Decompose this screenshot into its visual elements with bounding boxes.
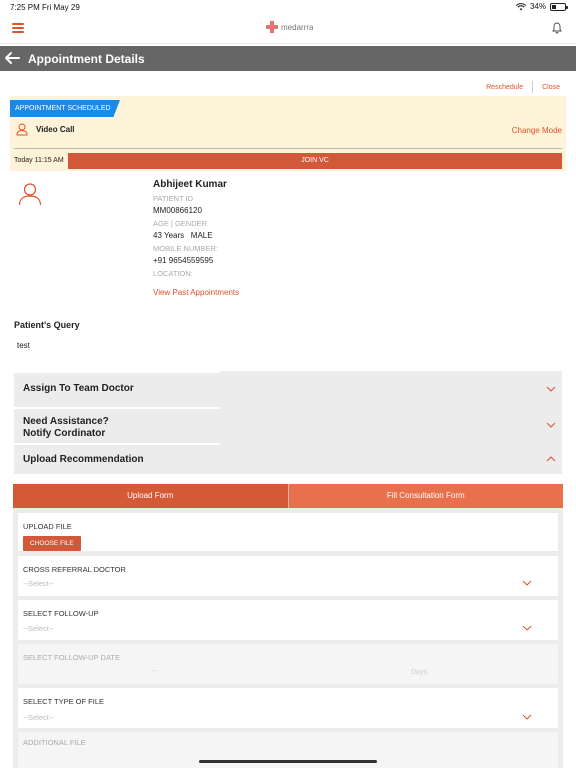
- chevron-down-icon: [522, 625, 532, 631]
- app-logo: medarrra: [266, 21, 313, 33]
- reschedule-link[interactable]: Reschedule: [486, 84, 523, 91]
- cross-referral-select[interactable]: CROSS REFERRAL DOCTOR --Select--: [18, 556, 558, 596]
- field-label: ADDITIONAL FILE: [23, 738, 86, 747]
- age-gender-label: AGE | GENDER: [153, 219, 208, 228]
- bell-icon[interactable]: [552, 22, 562, 34]
- notify-coordinator-accordion[interactable]: Need Assistance? Notify Cordinator: [14, 407, 562, 445]
- upload-recommendation-accordion[interactable]: Upload Recommendation: [14, 445, 562, 474]
- join-row: Today 11:15 AM JOIN VC: [10, 153, 566, 169]
- status-time: 7:25 PM: [10, 3, 40, 12]
- tab-consultation-form[interactable]: Fill Consultation Form: [287, 484, 563, 508]
- menu-icon[interactable]: [12, 23, 24, 33]
- location-label: LOCATION:: [153, 269, 193, 278]
- change-mode-link[interactable]: Change Mode: [512, 126, 562, 135]
- divider: [14, 407, 220, 409]
- patient-details: Abhijeet Kumar PATIENT ID MM00866120 AGE…: [10, 172, 566, 312]
- assign-team-doctor-accordion[interactable]: Assign To Team Doctor: [14, 371, 562, 407]
- field-label: CROSS REFERRAL DOCTOR: [23, 565, 126, 574]
- upload-form: UPLOAD FILE CHOOSE FILE CROSS REFERRAL D…: [13, 508, 563, 768]
- wifi-icon: [515, 2, 526, 10]
- close-link[interactable]: Close: [542, 84, 560, 91]
- days-unit: Days: [411, 669, 427, 676]
- user-icon: [18, 183, 42, 206]
- appointment-actions: Reschedule Close: [486, 81, 560, 93]
- chevron-down-icon: [546, 386, 556, 392]
- logo-cross-icon: [266, 21, 278, 33]
- select-placeholder: --Select--: [23, 579, 54, 588]
- follow-up-date-field: SELECT FOLLOW-UP DATE -- Days: [18, 644, 558, 684]
- field-label: UPLOAD FILE: [23, 522, 72, 531]
- age-gender: 43 Years MALE: [153, 231, 213, 240]
- chevron-down-icon: [522, 580, 532, 586]
- follow-up-days-value: --: [152, 668, 157, 675]
- accordion-label: Notify Cordinator: [23, 428, 106, 439]
- accordion-label: Assign To Team Doctor: [23, 383, 134, 394]
- mobile-label: MOBILE NUMBER:: [153, 244, 219, 253]
- choose-file-button[interactable]: CHOOSE FILE: [23, 536, 81, 551]
- form-tabs: Upload Form Fill Consultation Form: [13, 484, 563, 508]
- query-text: test: [17, 341, 30, 350]
- field-label: SELECT TYPE OF FILE: [23, 697, 104, 706]
- chevron-up-icon: [546, 456, 556, 462]
- select-placeholder: --Select--: [23, 624, 54, 633]
- status-bar: 7:25 PM Fri May 29 34%: [0, 0, 576, 14]
- status-right: 34%: [515, 2, 568, 11]
- accordion-label: Upload Recommendation: [23, 454, 144, 465]
- patient-info: Abhijeet Kumar PATIENT ID MM00866120 AGE…: [153, 179, 239, 297]
- status-badge: APPOINTMENT SCHEDULED: [10, 100, 120, 117]
- field-label: SELECT FOLLOW-UP: [23, 609, 99, 618]
- accordion-label: Need Assistance?: [23, 416, 109, 427]
- divider: [532, 81, 534, 93]
- tab-upload-form[interactable]: Upload Form: [13, 484, 288, 508]
- upload-file-field: UPLOAD FILE CHOOSE FILE: [18, 513, 558, 551]
- battery-icon: [550, 2, 568, 11]
- file-type-select[interactable]: SELECT TYPE OF FILE --Select--: [18, 688, 558, 728]
- patient-id-label: PATIENT ID: [153, 194, 194, 203]
- follow-up-select[interactable]: SELECT FOLLOW-UP --Select--: [18, 600, 558, 640]
- home-indicator: [199, 760, 377, 763]
- divider: [14, 371, 220, 373]
- patient-query: Patient's Query test: [14, 320, 80, 350]
- view-past-appointments-link[interactable]: View Past Appointments: [153, 288, 239, 297]
- title-bar: Appointment Details: [0, 46, 576, 71]
- field-label: SELECT FOLLOW-UP DATE: [23, 653, 120, 662]
- logo-text: medarrra: [281, 22, 314, 32]
- chevron-down-icon: [522, 714, 532, 720]
- call-mode-label: Video Call: [36, 125, 75, 134]
- status-date: Fri May 29: [42, 3, 80, 12]
- page-title: Appointment Details: [28, 52, 145, 66]
- doctor-icon: [16, 123, 28, 136]
- back-arrow-icon[interactable]: [4, 50, 20, 66]
- appointment-time: Today 11:15 AM: [14, 157, 64, 164]
- select-placeholder: --Select--: [23, 713, 54, 722]
- mobile-number: +91 9654559595: [153, 256, 214, 265]
- battery-percent: 34%: [529, 2, 546, 11]
- join-vc-button[interactable]: JOIN VC: [68, 153, 562, 169]
- query-title: Patient's Query: [14, 320, 80, 330]
- appointment-card: APPOINTMENT SCHEDULED Video Call Change …: [10, 96, 566, 171]
- patient-id: MM00866120: [153, 206, 202, 215]
- chevron-down-icon: [546, 422, 556, 428]
- patient-name: Abhijeet Kumar: [153, 179, 227, 190]
- app-header: medarrra: [0, 14, 576, 44]
- divider: [14, 148, 562, 149]
